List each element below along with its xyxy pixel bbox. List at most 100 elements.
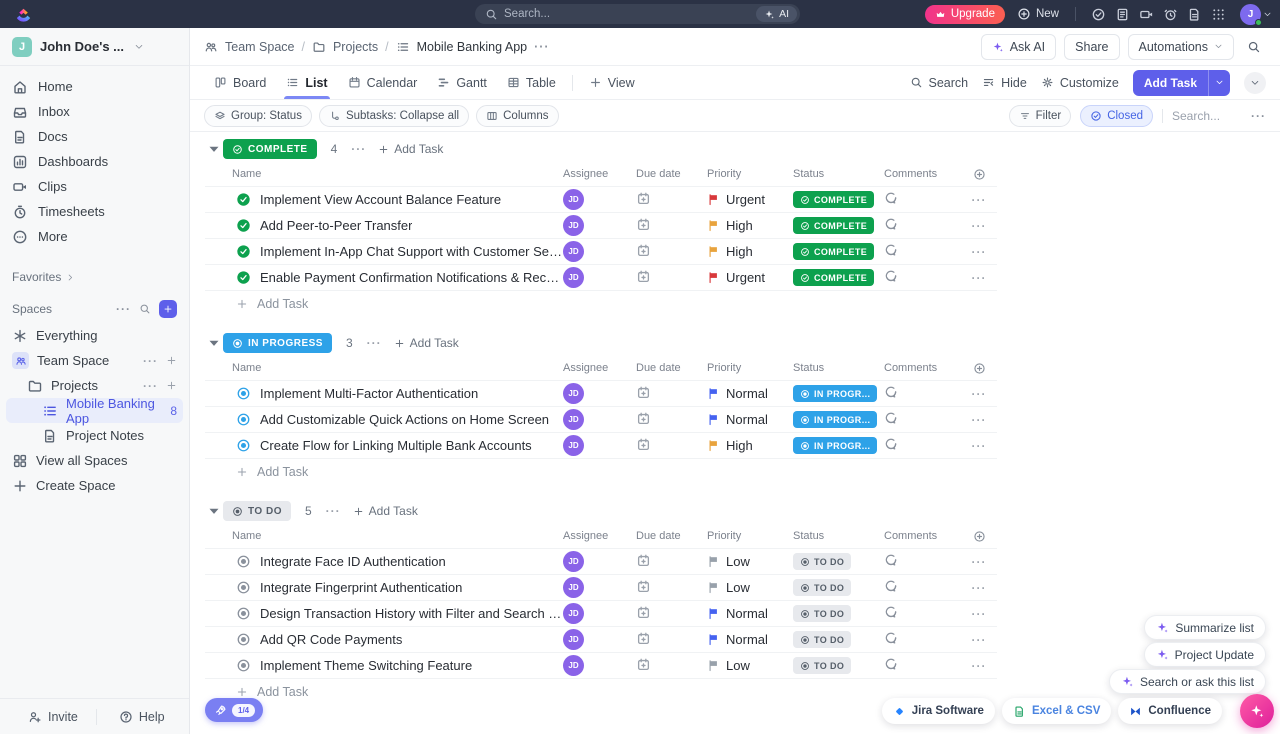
assignee-avatar[interactable]: JD [563, 189, 584, 210]
task-status-icon[interactable] [236, 580, 251, 595]
assignee-avatar[interactable]: JD [563, 435, 584, 456]
column-assignee[interactable]: Assignee [563, 168, 636, 180]
task-name[interactable]: Implement Theme Switching Feature [260, 658, 472, 673]
group-status-badge[interactable]: IN PROGRESS [223, 333, 332, 353]
column-comments[interactable]: Comments [884, 362, 961, 374]
more-button[interactable]: ··· [143, 354, 158, 368]
search-tasks-button[interactable]: Search [910, 76, 969, 90]
sidebar-item-mobile-banking-app[interactable]: Mobile Banking App8 [6, 398, 183, 423]
add-column-button[interactable] [961, 168, 997, 181]
priority-cell[interactable]: High [707, 438, 793, 453]
task-more-button[interactable]: ··· [961, 271, 997, 285]
automations-button[interactable]: Automations [1128, 34, 1234, 60]
task-name[interactable]: Add QR Code Payments [260, 632, 402, 647]
add-task-row[interactable]: Add Task [205, 290, 997, 316]
task-name[interactable]: Implement View Account Balance Feature [260, 192, 501, 207]
help-button[interactable]: Help [97, 710, 165, 724]
collapse-group-button[interactable] [205, 500, 223, 522]
task-more-button[interactable]: ··· [961, 581, 997, 595]
sidebar-item-inbox[interactable]: Inbox [0, 99, 189, 124]
assignee-avatar[interactable]: JD [563, 551, 584, 572]
status-badge[interactable]: IN PROGR... [793, 437, 877, 454]
closed-toggle[interactable]: Closed [1080, 105, 1153, 127]
comment-icon[interactable] [884, 385, 898, 399]
add-column-button[interactable] [961, 362, 997, 375]
status-badge[interactable]: TO DO [793, 579, 851, 596]
due-date-button[interactable] [636, 243, 651, 258]
assignee-avatar[interactable]: JD [563, 241, 584, 262]
new-button[interactable]: New [1011, 5, 1065, 24]
due-date-button[interactable] [636, 631, 651, 646]
collapse-group-button[interactable] [205, 138, 223, 160]
task-more-button[interactable]: ··· [961, 219, 997, 233]
task-status-icon[interactable] [236, 244, 251, 259]
task-more-button[interactable]: ··· [961, 387, 997, 401]
tab-list[interactable]: List [276, 66, 337, 99]
filter-button[interactable]: Filter [1009, 105, 1072, 127]
column-status[interactable]: Status [793, 530, 884, 542]
due-date-button[interactable] [636, 553, 651, 568]
due-date-button[interactable] [636, 385, 651, 400]
comment-icon[interactable] [884, 605, 898, 619]
view-search-icon[interactable] [1242, 35, 1266, 59]
breadcrumb-more-button[interactable]: ··· [534, 40, 550, 54]
workspace-switcher[interactable]: J John Doe's ... [0, 28, 189, 66]
task-more-button[interactable]: ··· [961, 439, 997, 453]
user-menu[interactable]: J [1240, 4, 1272, 25]
comment-icon[interactable] [884, 243, 898, 257]
task-name[interactable]: Enable Payment Confirmation Notification… [260, 270, 563, 285]
column-status[interactable]: Status [793, 168, 884, 180]
list-search-input[interactable]: Search... [1172, 109, 1242, 123]
priority-cell[interactable]: High [707, 218, 793, 233]
comment-icon[interactable] [884, 657, 898, 671]
assignee-avatar[interactable]: JD [563, 215, 584, 236]
task-row[interactable]: Implement Theme Switching Feature JD Low… [205, 652, 997, 678]
column-assignee[interactable]: Assignee [563, 362, 636, 374]
spaces-more-button[interactable]: ··· [116, 302, 131, 316]
due-date-button[interactable] [636, 191, 651, 206]
status-badge[interactable]: TO DO [793, 631, 851, 648]
integration-confluence[interactable]: Confluence [1118, 698, 1222, 724]
task-name[interactable]: Implement In-App Chat Support with Custo… [260, 244, 563, 259]
customize-button[interactable]: Customize [1041, 76, 1119, 90]
add-task-row[interactable]: Add Task [205, 678, 997, 704]
task-row[interactable]: Implement View Account Balance Feature J… [205, 186, 997, 212]
priority-cell[interactable]: High [707, 244, 793, 259]
due-date-button[interactable] [636, 437, 651, 452]
group-more-button[interactable]: ··· [367, 336, 382, 350]
assignee-avatar[interactable]: JD [563, 577, 584, 598]
filter-pill-group-status[interactable]: Group: Status [204, 105, 312, 127]
task-more-button[interactable]: ··· [961, 413, 997, 427]
sidebar-item-create-space[interactable]: Create Space [6, 473, 183, 498]
assignee-avatar[interactable]: JD [563, 409, 584, 430]
breadcrumb-projects[interactable]: Projects [333, 40, 378, 54]
filter-more-button[interactable]: ··· [1251, 109, 1266, 123]
assignee-avatar[interactable]: JD [563, 655, 584, 676]
task-row[interactable]: Add Peer-to-Peer Transfer JD High COMPLE… [205, 212, 997, 238]
global-search-input[interactable]: Search... AI [475, 4, 800, 24]
priority-cell[interactable]: Normal [707, 412, 793, 427]
status-badge[interactable]: COMPLETE [793, 217, 874, 234]
sidebar-item-clips[interactable]: Clips [0, 174, 189, 199]
comment-icon[interactable] [884, 437, 898, 451]
status-badge[interactable]: COMPLETE [793, 269, 874, 286]
task-more-button[interactable]: ··· [961, 245, 997, 259]
task-name[interactable]: Integrate Fingerprint Authentication [260, 580, 462, 595]
onboarding-progress-pill[interactable]: 1/4 [205, 698, 263, 722]
due-date-button[interactable] [636, 657, 651, 672]
group-more-button[interactable]: ··· [326, 504, 341, 518]
add-task-dropdown[interactable] [1208, 70, 1230, 96]
column-assignee[interactable]: Assignee [563, 530, 636, 542]
column-name[interactable]: Name [205, 168, 563, 180]
share-button[interactable]: Share [1064, 34, 1119, 60]
task-row[interactable]: Implement In-App Chat Support with Custo… [205, 238, 997, 264]
task-row[interactable]: Enable Payment Confirmation Notification… [205, 264, 997, 290]
task-more-button[interactable]: ··· [961, 607, 997, 621]
group-more-button[interactable]: ··· [351, 142, 366, 156]
comment-icon[interactable] [884, 579, 898, 593]
task-row[interactable]: Design Transaction History with Filter a… [205, 600, 997, 626]
task-status-icon[interactable] [236, 218, 251, 233]
comment-icon[interactable] [884, 269, 898, 283]
assignee-avatar[interactable]: JD [563, 383, 584, 404]
sidebar-item-dashboards[interactable]: Dashboards [0, 149, 189, 174]
